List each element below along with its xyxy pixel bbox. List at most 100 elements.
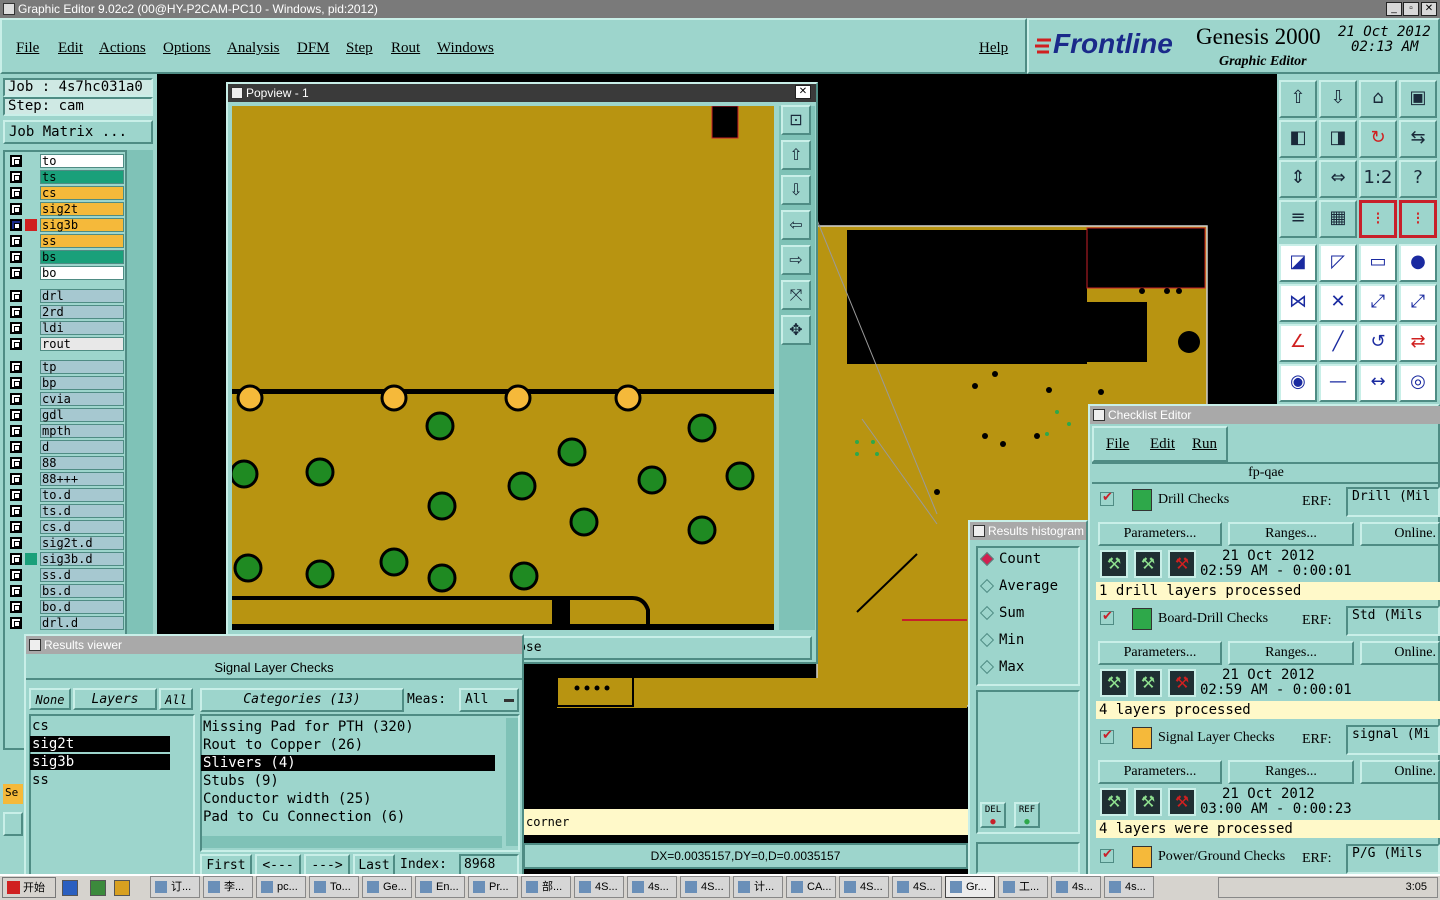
parameters-button[interactable]: Parameters... bbox=[1098, 760, 1222, 784]
taskbar-task[interactable]: 部... bbox=[521, 876, 571, 898]
popview-center-button[interactable]: ✥ bbox=[781, 315, 811, 345]
layer-row[interactable]: sig3b.d bbox=[8, 552, 124, 566]
flip-button[interactable]: ⇄ bbox=[1399, 324, 1437, 362]
layers-button[interactable]: Layers bbox=[73, 688, 157, 710]
popview-fit-button[interactable]: ⤧ bbox=[781, 280, 811, 310]
layer-checkbox[interactable] bbox=[10, 457, 22, 469]
radio-diamond-icon[interactable] bbox=[979, 632, 995, 648]
taskbar-task[interactable]: Pr... bbox=[468, 876, 518, 898]
pad-button[interactable]: ● bbox=[1399, 244, 1437, 282]
layer-name[interactable]: 88+++ bbox=[40, 472, 124, 486]
online-button[interactable]: Online. bbox=[1360, 760, 1440, 784]
taskbar-task[interactable]: 4s... bbox=[1104, 876, 1154, 898]
taskbar-task[interactable]: En... bbox=[415, 876, 465, 898]
layer-row[interactable]: sig3b bbox=[8, 218, 124, 232]
menu-edit[interactable]: Edit bbox=[58, 40, 83, 57]
layer-name[interactable]: drl.d bbox=[40, 616, 124, 630]
histogram-option[interactable]: Max bbox=[979, 659, 1076, 679]
layer-row[interactable]: 88 bbox=[8, 456, 124, 470]
layer-row[interactable]: tp bbox=[8, 360, 124, 374]
taskbar-task[interactable]: 4s... bbox=[1051, 876, 1101, 898]
popview-canvas[interactable] bbox=[229, 105, 774, 630]
select-feature-button[interactable]: ◪ bbox=[1279, 244, 1317, 282]
taskbar-task[interactable]: 4s... bbox=[627, 876, 677, 898]
check-enable-checkbox[interactable] bbox=[1100, 609, 1114, 625]
layer-row[interactable]: to.d bbox=[8, 488, 124, 502]
scale-1-2-button[interactable]: 1:2 bbox=[1359, 160, 1397, 198]
layer-checkbox[interactable] bbox=[10, 235, 22, 247]
check-enable-checkbox[interactable] bbox=[1100, 847, 1114, 863]
connect-button[interactable]: ⋈ bbox=[1279, 284, 1317, 322]
net-red-alt-button[interactable]: ⁝ bbox=[1399, 200, 1437, 238]
taskbar-task[interactable]: 4S... bbox=[680, 876, 730, 898]
run-check-alt-button[interactable]: ⚒ bbox=[1134, 669, 1162, 697]
taskbar-task[interactable]: CA... bbox=[786, 876, 836, 898]
layer-row[interactable]: ts bbox=[8, 170, 124, 184]
maximize-button[interactable]: ▫ bbox=[1403, 2, 1419, 16]
ref-button[interactable]: REF ● bbox=[1014, 802, 1040, 828]
net-red-button[interactable]: ⁝ bbox=[1359, 200, 1397, 238]
zoom-fit-button[interactable]: ⇔ bbox=[1319, 160, 1357, 198]
menu-rout[interactable]: Rout bbox=[391, 40, 420, 57]
pad-add-button[interactable]: ◉ bbox=[1279, 364, 1317, 402]
layer-checkbox[interactable] bbox=[10, 425, 22, 437]
prev-button[interactable]: <--- bbox=[255, 854, 301, 876]
layer-row[interactable]: d bbox=[8, 440, 124, 454]
layer-name[interactable]: sig3b bbox=[40, 218, 124, 232]
layer-row[interactable]: 2rd bbox=[8, 305, 124, 319]
job-matrix-button[interactable]: Job Matrix ... bbox=[3, 120, 153, 144]
layer-row[interactable]: bs bbox=[8, 250, 124, 264]
layer-row[interactable]: ldi bbox=[8, 321, 124, 335]
run-check-alt-button[interactable]: ⚒ bbox=[1134, 788, 1162, 816]
results-category-item[interactable]: Pad to Cu Connection (6) bbox=[201, 809, 495, 825]
taskbar-task[interactable]: Ge... bbox=[362, 876, 412, 898]
angle-button[interactable]: ∠ bbox=[1279, 324, 1317, 362]
erf-input[interactable]: P/G (Mils bbox=[1346, 844, 1440, 874]
layer-name[interactable]: bs.d bbox=[40, 584, 124, 598]
layer-name[interactable]: ts bbox=[40, 170, 124, 184]
results-layer-item[interactable]: cs bbox=[30, 718, 170, 734]
checklist-menu-edit[interactable]: Edit bbox=[1150, 436, 1175, 453]
parameters-button[interactable]: Parameters... bbox=[1098, 522, 1222, 546]
layer-row[interactable]: sig2t bbox=[8, 202, 124, 216]
folder-icon[interactable] bbox=[114, 880, 130, 896]
taskbar-task[interactable]: 工... bbox=[998, 876, 1048, 898]
layer-row[interactable]: ts.d bbox=[8, 504, 124, 518]
layer-checkbox[interactable] bbox=[10, 203, 22, 215]
group-button[interactable]: ◎ bbox=[1399, 364, 1437, 402]
results-layer-item[interactable]: ss bbox=[30, 772, 170, 788]
layer-name[interactable]: sig2t bbox=[40, 202, 124, 216]
popview-right-button[interactable]: ⇨ bbox=[781, 245, 811, 275]
layer-row[interactable]: drl bbox=[8, 289, 124, 303]
none-button[interactable]: None bbox=[29, 688, 71, 710]
menu-file[interactable]: File bbox=[16, 40, 39, 57]
layer-row[interactable]: ss bbox=[8, 234, 124, 248]
layer-row[interactable]: cs bbox=[8, 186, 124, 200]
categories-scrollbar[interactable] bbox=[506, 718, 518, 846]
taskbar-task[interactable]: Gr... bbox=[945, 876, 995, 898]
run-check-red-button[interactable]: ⚒ bbox=[1168, 669, 1196, 697]
layer-checkbox[interactable] bbox=[10, 219, 22, 231]
popview-up-button[interactable]: ⇧ bbox=[781, 140, 811, 170]
ie-icon[interactable] bbox=[62, 880, 78, 896]
layer-name[interactable]: to.d bbox=[40, 488, 124, 502]
swap-button[interactable]: ⇆ bbox=[1399, 120, 1437, 158]
select-button[interactable]: Se bbox=[3, 784, 23, 804]
layer-name[interactable]: ss.d bbox=[40, 568, 124, 582]
layer-row[interactable]: cvia bbox=[8, 392, 124, 406]
layer-name[interactable]: ts.d bbox=[40, 504, 124, 518]
menu-windows[interactable]: Windows bbox=[437, 40, 494, 57]
layer-checkbox[interactable] bbox=[10, 171, 22, 183]
radio-diamond-icon[interactable] bbox=[979, 659, 995, 675]
pan-left-button[interactable]: ◧ bbox=[1279, 120, 1317, 158]
popview-zoom-button[interactable]: ⊡ bbox=[781, 105, 811, 135]
grid-button[interactable]: ▦ bbox=[1319, 200, 1357, 238]
layer-checkbox[interactable] bbox=[10, 489, 22, 501]
layer-checkbox[interactable] bbox=[10, 569, 22, 581]
last-button[interactable]: Last bbox=[353, 854, 395, 876]
check-enable-checkbox[interactable] bbox=[1100, 728, 1114, 744]
layer-row[interactable]: bo.d bbox=[8, 600, 124, 614]
layer-row[interactable]: bo bbox=[8, 266, 124, 280]
results-layer-item[interactable]: sig3b bbox=[30, 754, 170, 770]
run-check-button[interactable]: ⚒ bbox=[1100, 788, 1128, 816]
